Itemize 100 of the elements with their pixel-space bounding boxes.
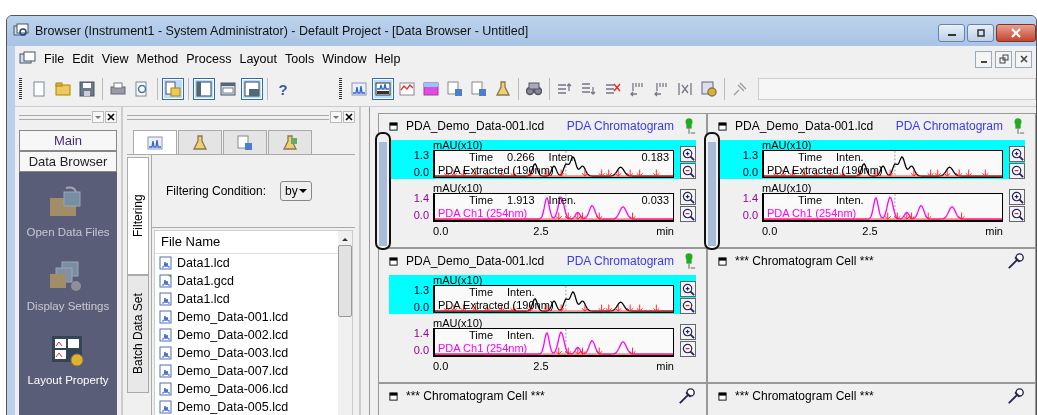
navigation-group-button[interactable]: Main: [19, 130, 117, 151]
toolbar-button[interactable]: [241, 78, 263, 100]
zoom-out-button[interactable]: [680, 298, 696, 314]
file-row[interactable]: Data1.lcd: [155, 290, 338, 308]
zoom-in-button[interactable]: [680, 324, 696, 340]
toolbar-input-field[interactable]: [758, 78, 1036, 100]
menu-item[interactable]: Method: [132, 52, 183, 66]
zoom-in-button[interactable]: [1009, 189, 1025, 205]
help-button[interactable]: ?: [272, 78, 294, 100]
chromatogram-cell[interactable]: *** Chromatogram Cell ***: [707, 248, 1036, 383]
chromatogram-cell[interactable]: *** Chromatogram Cell ***: [378, 383, 707, 415]
cell-type: PDA Chromatogram: [566, 119, 674, 133]
axis-label: mAU(x10): [432, 140, 484, 150]
report-icon: [237, 134, 253, 151]
dropdown-icon[interactable]: [330, 111, 342, 123]
zoom-out-button[interactable]: [1009, 206, 1025, 222]
tab[interactable]: [268, 130, 312, 154]
file-row[interactable]: Demo_Data-007.lcd: [155, 362, 338, 380]
tick-label: 2.5: [532, 224, 550, 239]
file-row[interactable]: Demo_Data-002.lcd: [155, 326, 338, 344]
file-row[interactable]: Demo_Data-001.lcd: [155, 308, 338, 326]
close-icon[interactable]: [343, 111, 355, 123]
tab[interactable]: [178, 130, 222, 154]
close-button[interactable]: [1015, 50, 1032, 68]
tick-label: 0.0: [413, 345, 429, 356]
menu-item[interactable]: Process: [182, 52, 236, 66]
file-row[interactable]: Demo_Data-005.lcd: [155, 398, 338, 415]
pushpin-icon: [732, 81, 748, 97]
plot-area[interactable]: mAU(x10) 1.4 0.0 Time Inten. PDA Ch1 (254nm) 0.0 2.5 min: [389, 318, 696, 375]
info-label: Time: [798, 194, 823, 206]
restore-button[interactable]: [995, 50, 1012, 68]
magnifier-document-icon: [134, 81, 150, 97]
menu-item[interactable]: Help: [370, 52, 405, 66]
toolbar-button[interactable]: [193, 78, 215, 100]
chromatogram-cell[interactable]: *** Chromatogram Cell ***: [707, 383, 1036, 415]
file-row[interactable]: Data1.gcd: [155, 272, 338, 290]
pushpin-icon[interactable]: [1007, 387, 1025, 405]
tick-label: 0.0: [742, 167, 758, 178]
menu-item[interactable]: Edit: [68, 52, 98, 66]
plot-area[interactable]: mAU(x10) 1.4 0.0 Time Inten. PDA Ch1 (254nm) 0.0 2.5 min: [718, 183, 1025, 240]
zoom-out-button[interactable]: [680, 206, 696, 222]
tab[interactable]: [133, 130, 177, 154]
zoom-in-button[interactable]: [680, 189, 696, 205]
printer-icon: [110, 81, 126, 97]
pushpin-icon[interactable]: [678, 387, 696, 405]
file-row[interactable]: Demo_Data-003.lcd: [155, 344, 338, 362]
scroll-handle[interactable]: [375, 132, 391, 250]
filter-dropdown[interactable]: by: [280, 181, 313, 201]
chromatogram-file-icon: [159, 292, 173, 306]
side-tab[interactable]: Batch Data Set: [127, 275, 149, 393]
zoom-in-button[interactable]: [680, 146, 696, 162]
zoom-in-button[interactable]: [680, 281, 696, 297]
cell-window-icon[interactable]: [718, 256, 727, 266]
info-label: Inten.: [836, 194, 864, 206]
toolbar-button[interactable]: [372, 78, 394, 100]
file-row[interactable]: Demo_Data-006.lcd: [155, 380, 338, 398]
close-icon[interactable]: [105, 111, 117, 123]
chromatogram-file-icon: [159, 256, 173, 270]
cell-window-icon[interactable]: [718, 121, 727, 131]
scroll-handle[interactable]: [704, 132, 720, 250]
file-row[interactable]: Data1.lcd: [155, 254, 338, 272]
tab[interactable]: [223, 130, 267, 154]
zoom-out-button[interactable]: [680, 163, 696, 179]
cell-window-icon[interactable]: [389, 391, 398, 401]
scrollbar[interactable]: [338, 231, 352, 415]
pushpin-icon[interactable]: [1007, 252, 1025, 270]
app-icon: [13, 23, 29, 39]
binoculars-icon: [526, 81, 542, 97]
close-button[interactable]: [996, 24, 1036, 42]
menu-item[interactable]: File: [40, 52, 69, 66]
dropdown-icon[interactable]: [92, 111, 104, 123]
maximize-button[interactable]: [967, 24, 994, 42]
columns-icon: [629, 81, 645, 97]
cell-window-icon[interactable]: [389, 256, 398, 266]
axis-unit: min: [655, 359, 674, 374]
navigation-item[interactable]: Layout Property: [27, 334, 109, 386]
scroll-up-icon[interactable]: [340, 235, 350, 243]
menu-item[interactable]: View: [97, 52, 133, 66]
menu-item[interactable]: Window: [318, 52, 371, 66]
tick-label: 2.5: [532, 359, 550, 374]
minimize-button[interactable]: [938, 24, 965, 42]
axis-label: mAU(x10): [432, 275, 484, 285]
close-icon: [1018, 54, 1029, 64]
flask-icon: [495, 81, 511, 97]
menu-item[interactable]: Tools: [280, 52, 319, 66]
toolbar-button[interactable]: [76, 78, 98, 100]
tick-label: 1.4: [413, 328, 429, 339]
zoom-out-button[interactable]: [680, 341, 696, 357]
zoom-out-button[interactable]: [1009, 163, 1025, 179]
zoom-in-button[interactable]: [1009, 146, 1025, 162]
minimize-button[interactable]: [975, 50, 992, 68]
columns-icon: [677, 81, 693, 97]
side-tab[interactable]: Filtering: [127, 157, 149, 275]
menu-item[interactable]: Layout: [235, 52, 281, 66]
navigation-group-button[interactable]: Data Browser: [19, 151, 117, 172]
gear-table-icon: [701, 81, 717, 97]
documents-icon: [165, 81, 181, 97]
cell-window-icon[interactable]: [718, 391, 727, 401]
flask-icon: [282, 134, 298, 151]
cell-window-icon[interactable]: [389, 121, 398, 131]
